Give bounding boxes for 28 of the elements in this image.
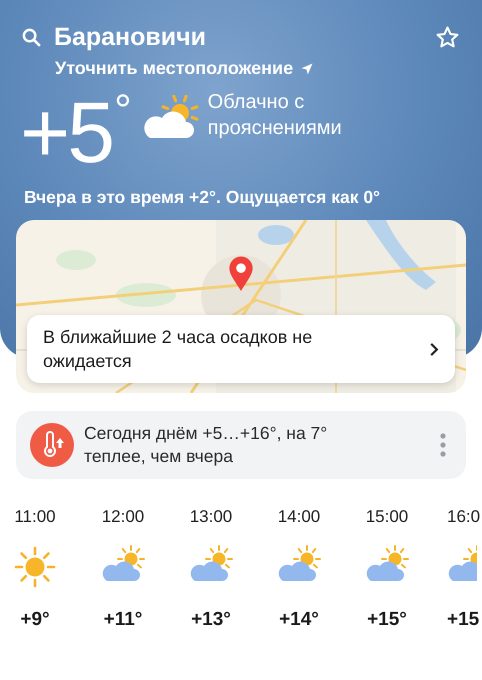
temperature-alert-card[interactable]: Сегодня днём +5…+16°, на 7° теплее, чем вчера — [16, 411, 466, 479]
hour-temperature: +9° — [20, 609, 50, 631]
hour-time: 11:00 — [14, 507, 56, 528]
precipitation-forecast-text: В ближайшие 2 часа осадков не ожидается — [43, 326, 314, 373]
yesterday-comparison: Вчера в это время +2°. Ощущается как 0° — [24, 187, 382, 208]
more-options-icon[interactable] — [440, 433, 446, 457]
hour-temperature: +15° — [367, 609, 407, 631]
precipitation-forecast-card[interactable]: В ближайшие 2 часа осадков не ожидается — [27, 315, 455, 383]
sun-icon — [13, 545, 57, 589]
weather-condition: Облачно с прояснениями — [208, 90, 343, 141]
hour-temperature: +13° — [191, 609, 231, 631]
navigation-arrow-icon — [301, 62, 314, 74]
degree-sign: ° — [114, 89, 132, 133]
hour-temperature: +11° — [104, 609, 142, 631]
hour-time: 14:00 — [278, 507, 320, 528]
chevron-right-icon — [429, 342, 439, 356]
hour-time: 13:00 — [190, 507, 232, 528]
hour-temperature: +14° — [279, 609, 319, 631]
hour-time: 12:00 — [102, 507, 144, 528]
temperature-alert-text: Сегодня днём +5…+16°, на 7° теплее, чем вчера — [84, 422, 328, 468]
hour-temperature: +15 — [447, 609, 480, 631]
thermometer-up-icon — [30, 423, 74, 467]
hour-time: 16:0 — [447, 507, 480, 528]
favorite-star-icon[interactable] — [435, 24, 460, 50]
current-temperature: +5 — [20, 89, 112, 177]
hour-time: 15:00 — [366, 507, 408, 528]
location-pin-icon — [228, 256, 254, 292]
search-icon[interactable] — [22, 28, 41, 46]
